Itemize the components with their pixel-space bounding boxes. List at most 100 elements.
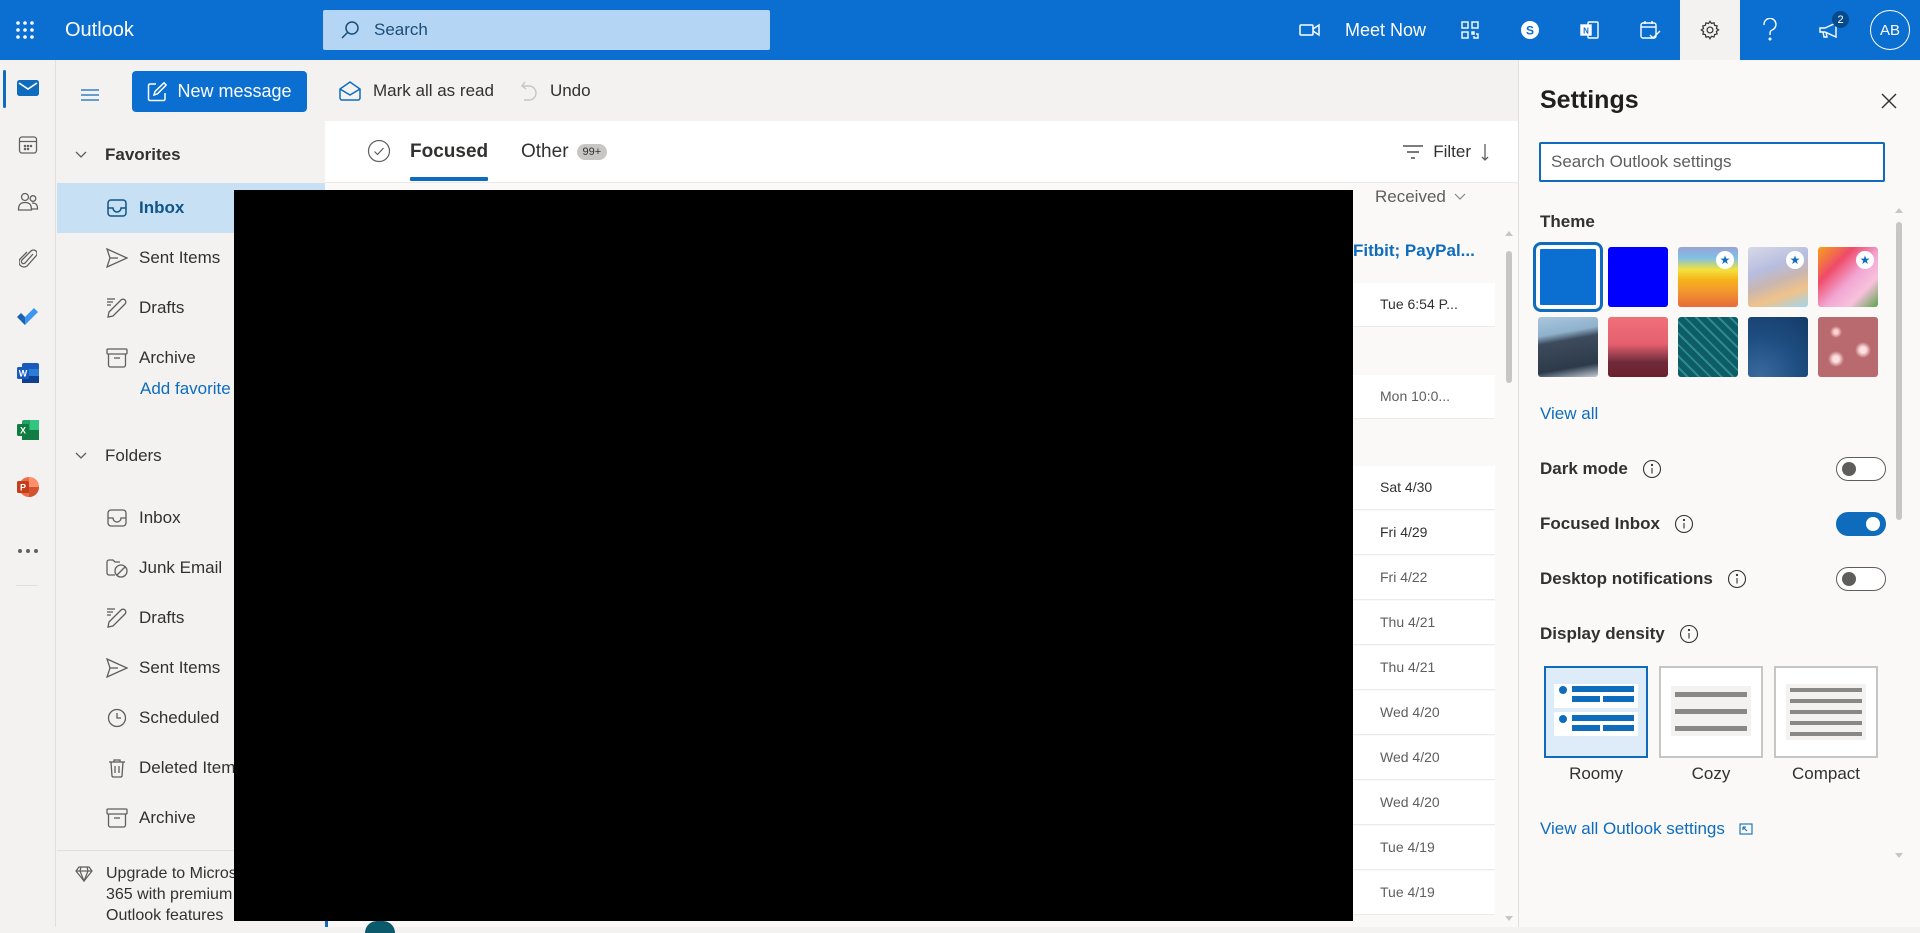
app-title[interactable]: Outlook bbox=[65, 19, 325, 42]
sort-label: Received bbox=[1375, 187, 1446, 206]
tab-other[interactable]: Other 99+ bbox=[521, 121, 608, 183]
unread-count-badge: 99+ bbox=[576, 144, 608, 160]
svg-text:S: S bbox=[1526, 24, 1534, 38]
mark-all-read-button[interactable]: Mark all as read bbox=[339, 71, 506, 111]
focused-inbox-toggle[interactable] bbox=[1836, 512, 1886, 536]
chevron-down-icon bbox=[67, 151, 95, 159]
my-day-button[interactable] bbox=[1620, 0, 1680, 60]
density-option-roomy[interactable] bbox=[1544, 666, 1648, 758]
scrollbar-thumb[interactable] bbox=[1506, 251, 1512, 383]
folder-label: Sent Items bbox=[139, 658, 221, 677]
rail-excel[interactable]: X bbox=[0, 410, 56, 450]
theme-swatch-mountain[interactable] bbox=[1538, 317, 1598, 377]
hamburger-icon bbox=[81, 89, 99, 101]
message-date: Tue 6:54 P... bbox=[1380, 296, 1458, 312]
rail-powerpoint[interactable]: P bbox=[0, 467, 56, 507]
svg-text:W: W bbox=[19, 369, 28, 379]
qr-code-button[interactable] bbox=[1440, 0, 1500, 60]
collapse-nav-button[interactable] bbox=[75, 80, 105, 110]
message-date: Thu 4/21 bbox=[1380, 659, 1436, 675]
new-message-button[interactable]: New message bbox=[132, 71, 307, 112]
add-favorite-link[interactable]: Add favorite bbox=[140, 379, 231, 399]
clock-icon bbox=[105, 708, 129, 728]
settings-button[interactable] bbox=[1680, 0, 1740, 60]
calendar-check-icon bbox=[1640, 21, 1661, 39]
scroll-up-arrow[interactable] bbox=[1895, 208, 1903, 213]
sort-by-received-button[interactable]: Received bbox=[1375, 187, 1466, 207]
select-all-checkbox[interactable] bbox=[367, 139, 391, 163]
undo-button[interactable]: Undo bbox=[520, 71, 603, 111]
rail-files[interactable] bbox=[0, 239, 56, 279]
redacted-region bbox=[234, 190, 1353, 921]
density-option-cozy[interactable] bbox=[1659, 666, 1763, 758]
account-avatar[interactable]: AB bbox=[1870, 10, 1910, 50]
scrollbar-thumb[interactable] bbox=[1896, 222, 1902, 520]
meet-now-button[interactable]: Meet Now bbox=[1285, 0, 1440, 60]
theme-swatch-rainbow[interactable]: ★ bbox=[1678, 247, 1738, 307]
theme-swatch-ribbons[interactable]: ★ bbox=[1748, 247, 1808, 307]
settings-search-input[interactable] bbox=[1539, 142, 1885, 182]
rail-people[interactable] bbox=[0, 182, 56, 222]
info-icon[interactable] bbox=[1679, 624, 1699, 644]
skype-button[interactable]: S bbox=[1500, 0, 1560, 60]
gear-icon bbox=[1700, 20, 1720, 40]
message-date: Fri 4/22 bbox=[1380, 569, 1428, 585]
rail-calendar[interactable] bbox=[0, 125, 56, 165]
theme-swatch-bokeh[interactable] bbox=[1818, 317, 1878, 377]
search-icon bbox=[341, 21, 359, 39]
svg-text:P: P bbox=[20, 483, 26, 493]
waffle-icon bbox=[16, 21, 34, 39]
info-icon[interactable] bbox=[1727, 569, 1747, 589]
theme-swatch-blue[interactable] bbox=[1533, 242, 1603, 312]
view-all-themes-link[interactable]: View all bbox=[1540, 404, 1598, 424]
theme-swatch-circuit[interactable] bbox=[1678, 317, 1738, 377]
rail-todo[interactable] bbox=[0, 296, 56, 336]
view-all-settings-link[interactable]: View all Outlook settings bbox=[1540, 819, 1753, 839]
rail-more-apps[interactable] bbox=[0, 531, 56, 571]
whats-new-button[interactable]: 2 bbox=[1800, 0, 1860, 60]
desktop-notifications-toggle[interactable] bbox=[1836, 567, 1886, 591]
theme-swatch-blueprint[interactable] bbox=[1748, 317, 1808, 377]
theme-heading: Theme bbox=[1540, 212, 1595, 232]
toggle-knob bbox=[1842, 572, 1856, 586]
tab-focused[interactable]: Focused bbox=[410, 121, 489, 183]
word-icon: W bbox=[17, 363, 39, 383]
message-date: Tue 4/19 bbox=[1380, 839, 1435, 855]
theme-swatch-unicorn[interactable]: ★ bbox=[1818, 247, 1878, 307]
rail-mail[interactable] bbox=[0, 68, 56, 108]
command-bar: Mark all as read Undo bbox=[325, 60, 1518, 121]
info-icon[interactable] bbox=[1642, 459, 1662, 479]
info-icon[interactable] bbox=[1674, 514, 1694, 534]
calendar-icon bbox=[18, 136, 38, 154]
favorites-header[interactable]: Favorites bbox=[57, 135, 325, 175]
message-list-scrollbar[interactable] bbox=[1503, 223, 1515, 923]
inbox-icon bbox=[105, 509, 129, 527]
junk-icon bbox=[105, 557, 129, 579]
rail-word[interactable]: W bbox=[0, 353, 56, 393]
settings-scrollbar[interactable] bbox=[1893, 200, 1905, 860]
app-launcher-button[interactable] bbox=[0, 0, 50, 60]
close-settings-button[interactable] bbox=[1878, 90, 1900, 112]
sender-avatar bbox=[365, 921, 395, 933]
message-senders[interactable]: Fitbit; PayPal... bbox=[1353, 241, 1475, 261]
tab-label: Other bbox=[521, 141, 569, 162]
search-input[interactable] bbox=[374, 20, 754, 40]
display-density-heading: Display density bbox=[1540, 624, 1699, 644]
todo-check-icon bbox=[17, 308, 38, 325]
theme-swatch-bright-blue[interactable] bbox=[1608, 247, 1668, 307]
qr-code-icon bbox=[1461, 21, 1479, 39]
onenote-button[interactable]: N bbox=[1560, 0, 1620, 60]
dark-mode-toggle[interactable] bbox=[1836, 457, 1886, 481]
drafts-icon bbox=[105, 607, 129, 629]
search-box[interactable] bbox=[323, 10, 770, 50]
density-option-compact[interactable] bbox=[1774, 666, 1878, 758]
scroll-up-arrow[interactable] bbox=[1505, 231, 1513, 236]
folders-label: Folders bbox=[105, 446, 162, 465]
help-button[interactable] bbox=[1740, 0, 1800, 60]
theme-swatch-palm-sunset[interactable] bbox=[1608, 317, 1668, 377]
premium-star-icon: ★ bbox=[1786, 251, 1804, 269]
roomy-density-icon bbox=[1554, 684, 1638, 736]
filter-button[interactable]: Filter bbox=[1403, 135, 1493, 169]
scroll-down-arrow[interactable] bbox=[1895, 853, 1903, 858]
scroll-down-arrow[interactable] bbox=[1505, 916, 1513, 921]
